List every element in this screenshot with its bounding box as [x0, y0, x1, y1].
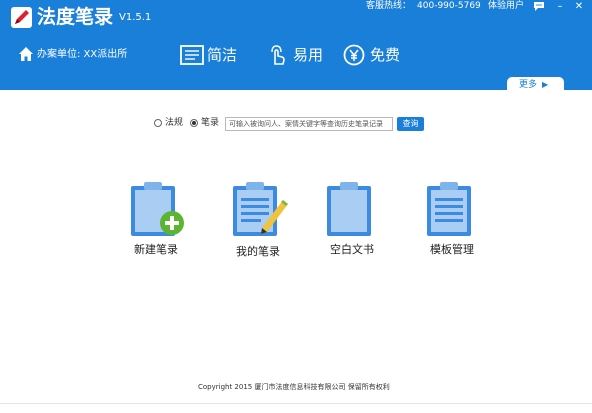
radio-records[interactable]: 笔录 — [190, 117, 220, 131]
more-label: 更多 — [519, 80, 538, 90]
trial-user-link[interactable]: 体验用户 — [488, 0, 524, 12]
tile-template-management[interactable]: 模板管理 — [420, 180, 484, 260]
document-icon — [180, 45, 204, 65]
hotline-label: 客服热线： — [366, 1, 412, 11]
clipboard-list-icon — [427, 182, 471, 236]
tile-new-record-label: 新建笔录 — [134, 243, 178, 256]
hotline-number: 400-990-5769 — [417, 1, 481, 11]
unit-label: 办案单位: XX派出所 — [37, 49, 128, 60]
feature-simple-label: 简洁 — [207, 46, 238, 64]
touch-icon — [271, 45, 285, 65]
radio-records-dot[interactable] — [190, 119, 198, 127]
minimize-button[interactable]: – — [553, 1, 567, 13]
tile-my-records[interactable]: 我的笔录 — [226, 180, 290, 260]
header-bar: 法度笔录 V1.5.1 客服热线： 400-990-5769 体验用户 – ✕ 办… — [0, 0, 592, 93]
tile-my-records-label: 我的笔录 — [236, 245, 280, 258]
footer-divider — [0, 403, 592, 404]
app-logo — [11, 7, 32, 28]
app-title: 法度笔录 — [37, 6, 114, 28]
tile-blank-document[interactable]: 空白文书 — [320, 180, 384, 260]
hotline: 客服热线： 400-990-5769 — [366, 0, 481, 12]
search-input[interactable]: 可输入被询问人、案情关键字等查询历史笔录记录 — [225, 117, 393, 131]
radio-regulations-dot[interactable] — [154, 119, 162, 127]
feature-simple: 简洁 — [180, 43, 240, 69]
copyright-text: Copyright 2015 厦门市法度信息科技有限公司 保留所有权利 — [198, 383, 390, 391]
search-button[interactable]: 查询 — [397, 117, 424, 131]
feature-free-label: 免费 — [370, 46, 401, 64]
chevron-right-icon: ▶ — [542, 80, 549, 89]
tile-blank-document-label: 空白文书 — [330, 243, 374, 256]
feature-easy-label: 易用 — [293, 46, 324, 64]
more-button[interactable]: 更多 ▶ — [507, 77, 564, 93]
close-button[interactable]: ✕ — [572, 1, 586, 13]
clipboard-add-icon — [131, 182, 184, 236]
clipboard-edit-icon — [233, 182, 288, 236]
tile-new-record[interactable]: 新建笔录 — [124, 180, 188, 260]
yen-icon — [343, 44, 365, 66]
radio-records-label: 笔录 — [201, 118, 220, 128]
home-icon — [19, 47, 33, 61]
clipboard-blank-icon — [327, 182, 371, 236]
tile-template-management-label: 模板管理 — [430, 243, 474, 256]
app-version: V1.5.1 — [119, 12, 152, 23]
radio-regulations-label: 法规 — [165, 118, 184, 128]
feature-free: 免费 — [343, 43, 403, 69]
pen-logo-icon — [15, 10, 29, 24]
feature-easy: 易用 — [266, 43, 326, 69]
radio-regulations[interactable]: 法规 — [154, 117, 184, 131]
chat-icon[interactable] — [532, 1, 546, 13]
